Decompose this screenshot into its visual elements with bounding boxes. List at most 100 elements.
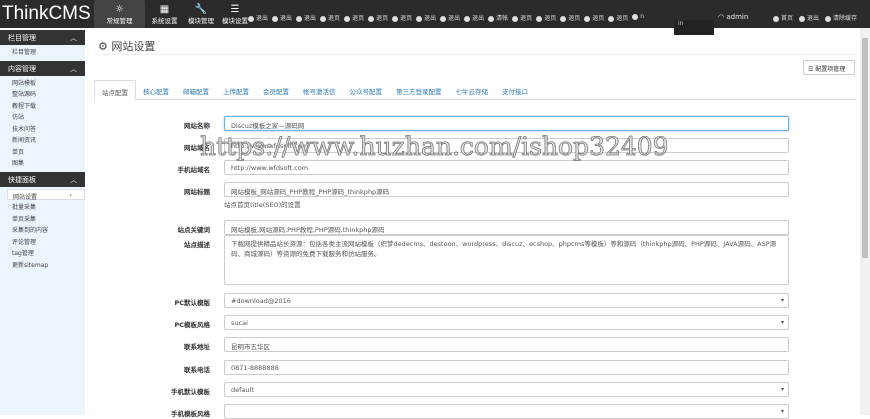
- field-label: 手机站域名: [177, 166, 211, 174]
- home-link[interactable]: 首页: [773, 13, 793, 22]
- sidebar-item[interactable]: 仿站: [0, 110, 85, 122]
- sidebar-item-label: 图集: [12, 160, 25, 167]
- quick-link[interactable]: 退出: [464, 13, 484, 22]
- link-label: 首页: [781, 15, 794, 22]
- link-label: 退出: [304, 15, 317, 22]
- quick-link[interactable]: 退出: [272, 13, 292, 22]
- sidebar-group-header[interactable]: 内容管理 ︿: [0, 60, 85, 76]
- sidebar-item[interactable]: 采集到的内容: [0, 223, 85, 235]
- sidebar-item[interactable]: 教程下载: [0, 99, 85, 111]
- sidebar-item-label: tag管理: [12, 250, 34, 257]
- pc-template-select[interactable]: #download@2016: [224, 293, 789, 308]
- keywords-input[interactable]: 网站模板,网站源码,PHP教程,PHP源码,thinkphp源码: [224, 220, 789, 235]
- quick-link[interactable]: 退页: [392, 13, 412, 22]
- group-title: 快捷面板: [8, 175, 36, 184]
- logout-icon: [799, 15, 806, 22]
- link-icon: [440, 15, 447, 22]
- scrollbar-thumb[interactable]: [862, 38, 868, 258]
- mobile-template-select[interactable]: default: [224, 382, 789, 397]
- site-title-input[interactable]: 网站模板_网站源码_PHP教程_PHP源码_thinkphp源码: [224, 182, 789, 197]
- logo: ThinkCMS: [2, 3, 91, 24]
- sidebar-item[interactable]: 新闻资讯: [0, 133, 85, 145]
- quick-link[interactable]: 退页: [320, 13, 340, 22]
- quick-link[interactable]: 退页: [608, 13, 628, 22]
- sidebar-item[interactable]: 栏目管理: [0, 45, 85, 57]
- sidebar-item[interactable]: 评论管理: [0, 235, 85, 247]
- tab[interactable]: 上传配置: [216, 80, 256, 99]
- home-icon: [773, 15, 779, 22]
- sidebar-item[interactable]: 整站源码: [0, 87, 85, 99]
- quick-link[interactable]: 退出: [416, 13, 436, 22]
- chevron-up-icon: ︿: [70, 175, 77, 184]
- link-icon: [584, 15, 591, 22]
- mobile-style-select[interactable]: [224, 404, 789, 419]
- site-name-input[interactable]: Discuz模板之家—源码网: [224, 116, 789, 131]
- sidebar-item-label: 批量采集: [12, 204, 37, 211]
- tab[interactable]: 邮箱配置: [176, 80, 216, 99]
- address-input[interactable]: 昆明市五华区: [224, 337, 789, 352]
- quick-link[interactable]: 退出: [248, 13, 268, 22]
- link-icon: [464, 15, 471, 22]
- quick-link[interactable]: 清帐: [488, 13, 508, 22]
- pc-style-select[interactable]: sucai: [224, 315, 789, 330]
- link-icon: [368, 15, 375, 22]
- nav-system[interactable]: ▦ 系统设置: [147, 0, 182, 28]
- group-title: 栏目管理: [8, 34, 36, 42]
- link-label: 退出: [280, 15, 293, 22]
- tab[interactable]: 第三方登录配置: [389, 80, 449, 99]
- config-manage-button[interactable]: ☰ 配置项管理: [803, 60, 855, 75]
- sidebar-item[interactable]: 网站模板: [0, 76, 85, 88]
- sidebar-item[interactable]: 更新sitemap: [0, 258, 85, 270]
- page-title: ⚙ 网站设置: [98, 38, 155, 54]
- sidebar-item[interactable]: 单页采集: [0, 212, 85, 224]
- nav-modules[interactable]: 🔧 模块管理: [184, 0, 218, 28]
- quick-link[interactable]: 退出: [296, 13, 316, 22]
- sidebar-group-header[interactable]: 栏目管理 ︿: [0, 30, 85, 45]
- phone-input[interactable]: 0871-8888888: [224, 360, 789, 375]
- quick-link[interactable]: 退页: [584, 13, 604, 22]
- mobile-domain-input[interactable]: http://www.wfdsoft.com: [224, 160, 789, 175]
- quick-link[interactable]: 退页: [368, 13, 388, 22]
- quick-link[interactable]: n: [632, 13, 644, 22]
- watermark: https://www.huzhan.com/ishop32409: [200, 132, 669, 162]
- top-right-links: 首页 退出 清除缓存: [773, 13, 857, 22]
- tab[interactable]: 帐号激活信: [296, 80, 343, 99]
- field-label: 站点关键词: [177, 226, 211, 234]
- quick-link[interactable]: 退出: [440, 13, 460, 22]
- link-icon: [512, 15, 519, 22]
- sidebar-item[interactable]: 单页: [0, 145, 85, 157]
- sidebar: 栏目管理 ︿ 栏目管理 内容管理 ︿ 网站模板 整站源码 教程下载 仿站 技术问答 新闻资讯 单页 图集…: [0, 30, 85, 415]
- tab[interactable]: 会员配置: [256, 80, 296, 99]
- tab[interactable]: 核心配置: [136, 80, 176, 99]
- nav-module-settings[interactable]: ☰ 模块设置: [220, 0, 250, 28]
- link-label: 退出: [256, 15, 269, 22]
- sidebar-group-header[interactable]: 快捷面板 ︿: [0, 171, 85, 187]
- sidebar-item[interactable]: tag管理: [0, 246, 85, 258]
- quick-link[interactable]: 退页: [536, 13, 556, 22]
- tab[interactable]: 站点配置: [94, 80, 136, 100]
- logout-link[interactable]: 退出: [799, 13, 819, 22]
- quick-link[interactable]: 退页: [560, 13, 580, 22]
- sidebar-item[interactable]: 网站设置 ›: [7, 188, 85, 201]
- tab[interactable]: 七牛云存储: [449, 80, 496, 99]
- link-label: 退出: [472, 15, 485, 22]
- nav-label: 模块设置: [222, 16, 248, 25]
- sidebar-item[interactable]: 图集: [0, 156, 85, 168]
- sidebar-item[interactable]: 批量采集: [0, 200, 85, 212]
- nav-general[interactable]: ☼ 常规管理: [94, 0, 145, 28]
- quick-link[interactable]: 退页: [512, 13, 532, 22]
- user-menu[interactable]: ◠ admin: [718, 13, 748, 21]
- nav-label: 模块管理: [188, 16, 214, 25]
- link-label: 清帐: [496, 15, 509, 22]
- sidebar-item[interactable]: 技术问答: [0, 122, 85, 134]
- clear-cache-link[interactable]: 清除缓存: [825, 13, 857, 22]
- settings-icon: ☼: [115, 3, 124, 15]
- link-label: 退页: [352, 15, 365, 22]
- tab[interactable]: 支付接口: [495, 80, 535, 99]
- grid-icon: ▦: [159, 3, 170, 15]
- tab[interactable]: 公众号配置: [343, 80, 390, 99]
- wrench-icon: 🔧: [194, 3, 208, 15]
- field-label: 联系地址: [184, 343, 210, 351]
- description-input[interactable]: 下载网提供精品站长资源：包括各类主流网站模板（织梦dedecms、destoon…: [224, 235, 789, 285]
- quick-link[interactable]: 退页: [344, 13, 364, 22]
